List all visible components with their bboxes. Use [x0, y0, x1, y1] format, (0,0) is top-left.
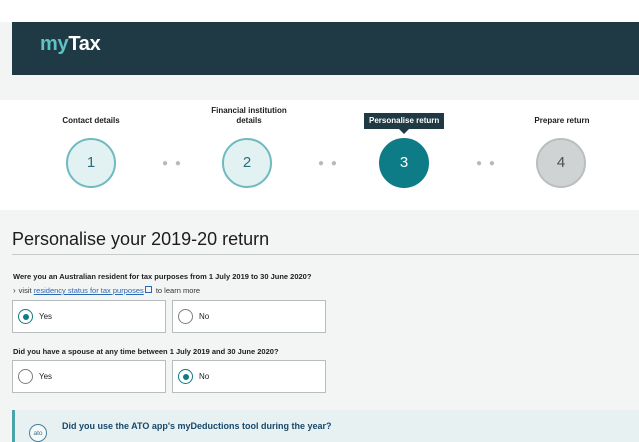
residency-yes-label: Yes	[39, 312, 53, 321]
residency-no-label: No	[199, 312, 210, 321]
step-3-circle[interactable]: 3	[379, 138, 429, 188]
step-3-number: 3	[399, 154, 409, 171]
step-4-circle: 4	[536, 138, 586, 188]
step-1-number: 1	[86, 154, 96, 171]
app-header: myTax	[12, 22, 639, 75]
step-connector-1: ● ●	[162, 158, 183, 169]
step-2-label: Financial institution details	[203, 106, 295, 126]
step-1-label-text: Contact details	[62, 116, 120, 125]
ato-app-icon: ato	[29, 424, 47, 442]
hint-suffix: to learn more	[155, 286, 201, 295]
step-3-label: Personalise return	[364, 113, 445, 134]
step-2-number: 2	[242, 154, 252, 171]
spouse-no-label: No	[199, 372, 210, 381]
mydeductions-banner: ato Did you use the ATO app's myDeductio…	[12, 410, 639, 442]
mytax-logo[interactable]: myTax	[40, 33, 101, 56]
progress-stepper: Contact details 1 ● ● Financial institut…	[0, 100, 639, 210]
spouse-yes-label: Yes	[39, 372, 53, 381]
step-4-label: Prepare return	[525, 116, 599, 126]
step-1-circle[interactable]: 1	[66, 138, 116, 188]
question-residency-label: Were you an Australian resident for tax …	[13, 272, 312, 281]
external-link-icon	[144, 286, 152, 293]
step-3-label-text: Personalise return	[369, 116, 440, 125]
radio-selected-icon[interactable]	[178, 369, 193, 384]
step-2-label-line1: Financial institution	[211, 106, 287, 115]
logo-my: my	[40, 33, 69, 55]
logo-tax: Tax	[68, 33, 101, 55]
radio-unselected-icon[interactable]	[178, 309, 193, 324]
residency-yes-option[interactable]: Yes	[12, 300, 166, 333]
top-strip	[0, 0, 639, 22]
step-connector-2: ● ●	[318, 158, 339, 169]
step-connector-3: ● ●	[476, 158, 497, 169]
chevron-right-icon: ›	[13, 286, 16, 295]
hint-prefix: visit	[18, 286, 32, 295]
residency-no-option[interactable]: No	[172, 300, 326, 333]
radio-unselected-icon[interactable]	[18, 369, 33, 384]
radio-selected-icon[interactable]	[18, 309, 33, 324]
step-4-number: 4	[556, 154, 566, 171]
step-2-circle[interactable]: 2	[222, 138, 272, 188]
spouse-yes-option[interactable]: Yes	[12, 360, 166, 393]
mydeductions-question: Did you use the ATO app's myDeductions t…	[62, 421, 332, 431]
spouse-no-option[interactable]: No	[172, 360, 326, 393]
title-divider	[12, 254, 639, 255]
page-title: Personalise your 2019-20 return	[12, 229, 270, 249]
residency-status-link[interactable]: residency status for tax purposes	[34, 286, 144, 295]
question-spouse-label: Did you have a spouse at any time betwee…	[13, 347, 279, 356]
step-1-label: Contact details	[56, 116, 126, 126]
residency-hint: › visit residency status for tax purposes…	[13, 286, 200, 295]
step-4-label-text: Prepare return	[534, 116, 590, 125]
step-2-label-line2: details	[236, 116, 262, 125]
